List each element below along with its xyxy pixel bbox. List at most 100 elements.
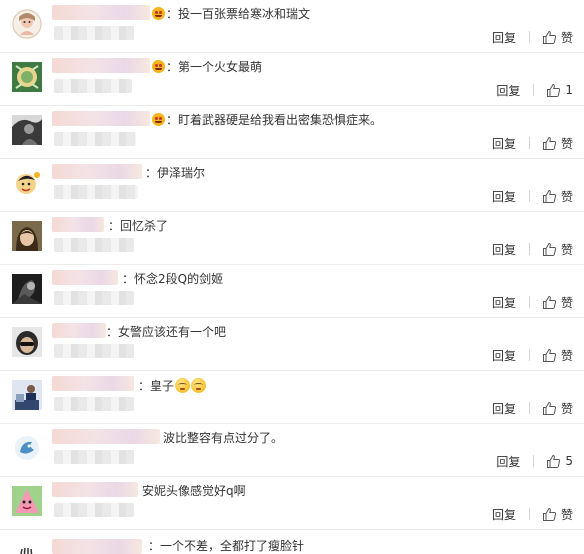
user-avatar[interactable] (12, 486, 42, 516)
username-blurred[interactable] (52, 429, 160, 444)
thumbs-up-icon (546, 454, 561, 469)
emoji-badge-icon (152, 60, 165, 73)
user-avatar[interactable] (12, 380, 42, 410)
like-button[interactable]: 赞 (542, 400, 573, 417)
action-divider (528, 508, 530, 520)
reply-button[interactable]: 回复 (496, 82, 520, 99)
user-avatar[interactable] (12, 115, 42, 145)
comment-list: ：投一百张票给寒冰和瑞文 回复 赞 ：第一个火女最萌 回复 1 ：盯着武器硬是给… (0, 0, 584, 554)
like-button[interactable]: 1 (546, 83, 573, 98)
like-count: 5 (565, 454, 573, 468)
comment-actions: 回复 赞 (492, 241, 573, 257)
comment-actions: 回复 1 (496, 82, 573, 98)
comment-actions: 回复 赞 (492, 347, 573, 363)
like-label: 赞 (560, 401, 573, 416)
username-blurred[interactable] (52, 270, 118, 285)
username-blurred[interactable] (52, 5, 150, 20)
thumbs-up-icon (542, 189, 557, 204)
user-avatar[interactable] (12, 433, 42, 463)
thumbs-up-icon (542, 507, 557, 522)
user-avatar[interactable] (12, 327, 42, 357)
comment-meta-blurred (54, 79, 132, 93)
like-label: 赞 (560, 189, 573, 204)
action-divider (533, 84, 535, 96)
reply-button[interactable]: 回复 (492, 400, 516, 417)
smiley-emoji-icon (175, 378, 191, 393)
reply-button[interactable]: 回复 (492, 347, 516, 364)
comment-text: ：盯着武器硬是给我看出密集恐惧症来。 (166, 113, 383, 127)
comment-text: ：皇子 (138, 378, 207, 394)
comment-actions: 回复 赞 (492, 294, 573, 310)
emoji-badge-icon (152, 113, 165, 126)
reply-button[interactable]: 回复 (492, 29, 516, 46)
like-button[interactable]: 赞 (542, 29, 573, 46)
like-button[interactable]: 赞 (542, 188, 573, 205)
comment-meta-blurred (54, 503, 134, 517)
like-label: 赞 (560, 30, 573, 45)
reply-button[interactable]: 回复 (492, 135, 516, 152)
comment-actions: 回复 赞 (492, 506, 573, 522)
comment-text: ：第一个火女最萌 (166, 60, 263, 74)
thumbs-up-icon (542, 242, 557, 257)
like-button[interactable]: 5 (546, 454, 573, 469)
username-blurred[interactable] (52, 482, 138, 497)
username-blurred[interactable] (52, 376, 134, 391)
user-avatar[interactable] (12, 221, 42, 251)
comment-meta-blurred (54, 291, 134, 305)
comment-meta-blurred (54, 132, 136, 146)
reply-button[interactable]: 回复 (492, 241, 516, 258)
emoji-badge-icon (152, 7, 165, 20)
like-button[interactable]: 赞 (542, 135, 573, 152)
comment-meta-blurred (54, 26, 134, 40)
user-avatar[interactable] (12, 62, 42, 92)
comment-text: ：女警应该还有一个吧 (106, 325, 227, 339)
comment-actions: 回复 赞 (492, 135, 573, 151)
like-count: 1 (565, 83, 573, 97)
like-label: 赞 (560, 242, 573, 257)
comment-row: ：投一百张票给寒冰和瑞文 回复 赞 (0, 0, 584, 53)
like-label: 赞 (560, 348, 573, 363)
smiley-emoji-icon (191, 378, 207, 393)
reply-button[interactable]: 回复 (492, 506, 516, 523)
comment-text: 安妮头像感觉好q啊 (142, 484, 246, 498)
comment-row: 安妮头像感觉好q啊 回复 赞 (0, 477, 584, 530)
username-blurred[interactable] (52, 111, 150, 126)
action-divider (528, 349, 530, 361)
reply-button[interactable]: 回复 (492, 188, 516, 205)
action-divider (528, 137, 530, 149)
comment-text: ：怀念2段Q的剑姬 (122, 272, 224, 286)
comment-meta-blurred (54, 238, 134, 252)
reply-button[interactable]: 回复 (496, 453, 520, 470)
user-avatar[interactable] (12, 538, 42, 554)
like-button[interactable]: 赞 (542, 241, 573, 258)
comment-text: ：投一百张票给寒冰和瑞文 (166, 7, 311, 21)
thumbs-up-icon (542, 348, 557, 363)
comment-text: ：伊泽瑞尔 (145, 166, 206, 180)
comment-actions: 回复 赞 (492, 29, 573, 45)
like-button[interactable]: 赞 (542, 294, 573, 311)
thumbs-up-icon (542, 401, 557, 416)
comment-text: ：回忆杀了 (108, 219, 169, 233)
comment-row: ：一个不差，全都打了瘦脸针 (0, 534, 584, 554)
username-blurred[interactable] (52, 323, 106, 338)
comment-text: ：一个不差，全都打了瘦脸针 (148, 539, 305, 553)
comment-actions: 回复 赞 (492, 400, 573, 416)
action-divider (528, 296, 530, 308)
username-blurred[interactable] (52, 58, 150, 73)
comment-row: 波比整容有点过分了。 回复 5 (0, 424, 584, 477)
reply-button[interactable]: 回复 (492, 294, 516, 311)
user-avatar[interactable] (12, 9, 42, 39)
comment-meta-blurred (54, 344, 134, 358)
user-avatar[interactable] (12, 168, 42, 198)
like-label: 赞 (560, 136, 573, 151)
comment-row: ：回忆杀了 回复 赞 (0, 212, 584, 265)
like-button[interactable]: 赞 (542, 506, 573, 523)
action-divider (528, 243, 530, 255)
comment-row: ：第一个火女最萌 回复 1 (0, 53, 584, 106)
username-blurred[interactable] (52, 539, 142, 554)
comment-actions: 回复 5 (496, 453, 573, 469)
username-blurred[interactable] (52, 164, 142, 179)
username-blurred[interactable] (52, 217, 104, 232)
user-avatar[interactable] (12, 274, 42, 304)
like-button[interactable]: 赞 (542, 347, 573, 364)
